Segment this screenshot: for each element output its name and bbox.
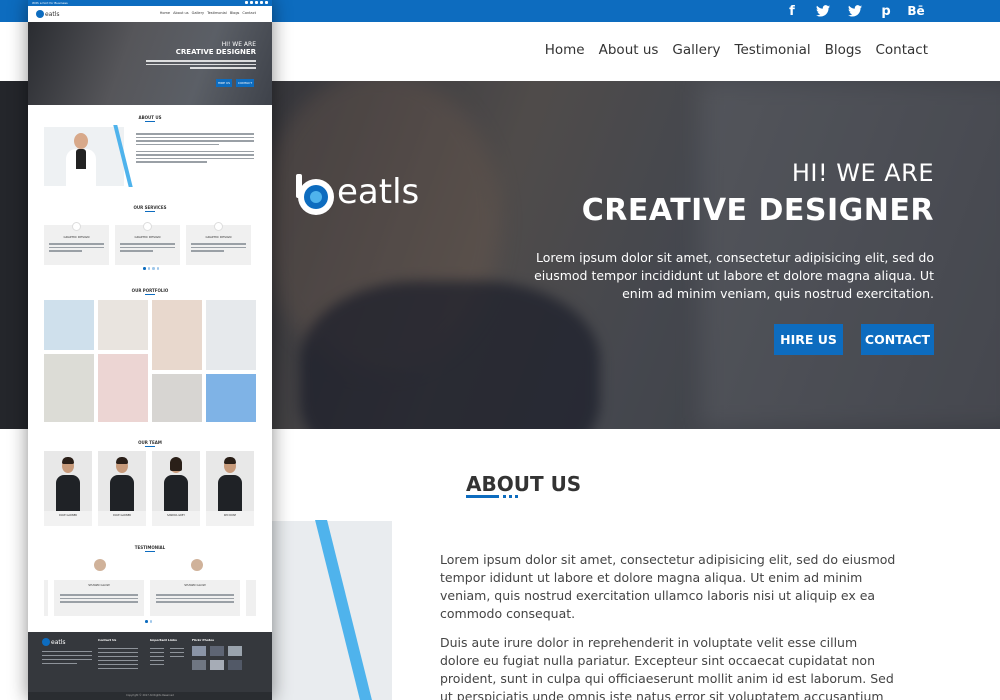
mini-contact-button: CONTACT <box>236 79 254 87</box>
mini-about-underline <box>145 121 155 122</box>
mini-footer-links-col2 <box>170 648 184 660</box>
twitter-icon[interactable] <box>813 3 833 19</box>
mini-logo-icon <box>36 10 44 18</box>
mini-team-title: OUR TEAM <box>138 440 162 445</box>
mini-footer-logo: eatls <box>42 638 66 646</box>
mini-portfolio-item <box>152 374 202 422</box>
mini-testimonial-pager <box>145 620 152 623</box>
mini-logo-text: eatls <box>45 10 60 18</box>
page-preview-thumbnail: With a hint for Business eatls Home Abou… <box>28 0 272 700</box>
mini-footer-about-text <box>42 651 92 667</box>
mini-portfolio-item <box>152 300 202 370</box>
about-title-dots <box>503 495 518 498</box>
hero-title: CREATIVE DESIGNER <box>581 193 934 228</box>
nav-item-gallery[interactable]: Gallery <box>672 42 720 58</box>
mini-nav-item: Contact <box>242 11 256 15</box>
nav-item-home[interactable]: Home <box>545 42 585 58</box>
mini-team-card: KIM ROSE <box>206 451 254 526</box>
nav-item-blogs[interactable]: Blogs <box>825 42 862 58</box>
mini-hero-text <box>146 60 256 70</box>
nav-item-contact[interactable]: Contact <box>875 42 928 58</box>
mini-hero-title: CREATIVE DESIGNER <box>175 48 256 56</box>
about-title: ABOUT US <box>466 472 582 496</box>
mini-footer-col-title: Contact Us <box>98 638 117 642</box>
mini-footer-bottom: Copyright © 2017 All Rights Reserved <box>28 692 272 700</box>
mini-portfolio-underline <box>145 294 155 295</box>
brand-logo[interactable]: eatls <box>293 172 419 218</box>
mini-about-text <box>136 133 254 165</box>
mini-footer-col-title: Flickr Photos <box>192 638 215 642</box>
behance-icon[interactable]: Bē <box>906 3 926 19</box>
mini-about-image <box>44 127 124 186</box>
mini-nav-item: Home <box>159 11 171 15</box>
about-paragraph-1: Lorem ipsum dolor sit amet, consectetur … <box>440 552 896 621</box>
pinterest-icon[interactable]: p <box>876 3 896 19</box>
mini-nav-item: Gallery <box>191 11 205 15</box>
mini-flickr-thumb <box>228 660 242 670</box>
mini-nav-item: Blogs <box>229 11 240 15</box>
mini-flickr-thumb <box>192 660 206 670</box>
mini-flickr-thumb <box>210 660 224 670</box>
nav-links: Home About us Gallery Testimonial Blogs … <box>545 42 928 58</box>
mini-services-underline <box>145 211 155 212</box>
hero-subtitle: HI! WE ARE <box>791 159 934 187</box>
mini-portfolio-item <box>206 374 256 422</box>
mini-logo: eatls <box>36 10 60 18</box>
mini-team-card: DAVE GARNER <box>98 451 146 526</box>
mini-portfolio-item <box>44 354 94 422</box>
mini-copyright: Copyright © 2017 All Rights Reserved <box>126 694 174 697</box>
mini-flickr-thumb <box>210 646 224 656</box>
mini-service-card: GRAPHIC DESIGN <box>44 222 109 265</box>
mini-team-underline <box>145 446 155 447</box>
mini-nav-item: About us <box>173 11 189 15</box>
mini-portfolio-item <box>98 354 148 422</box>
about-paragraph-2: Duis aute irure dolor in reprehenderit i… <box>440 635 894 700</box>
mini-service-card: GRAPHIC DESIGN <box>115 222 180 265</box>
mini-testimonial-underline <box>145 551 155 552</box>
mini-portfolio-item <box>206 300 256 370</box>
nav-item-about[interactable]: About us <box>599 42 659 58</box>
nav-item-testimonial[interactable]: Testimonial <box>735 42 811 58</box>
mini-hero-subtitle: HI! WE ARE <box>221 41 256 48</box>
mini-services-pager <box>143 267 159 270</box>
logo-b-icon <box>296 174 334 215</box>
contact-button[interactable]: CONTACT <box>861 324 934 355</box>
mini-flickr-thumb <box>228 646 242 656</box>
twitter-icon[interactable] <box>845 3 865 19</box>
mini-testimonial-title: TESTIMONIAL <box>134 545 166 550</box>
hero-left-edge <box>0 81 28 429</box>
logo-text: eatls <box>337 172 420 212</box>
mini-testimonial-card: SHAWN GLOW <box>54 580 144 616</box>
mini-hero: HI! WE ARE CREATIVE DESIGNER HIRE US CON… <box>28 22 272 105</box>
hire-us-button[interactable]: HIRE US <box>774 324 843 355</box>
facebook-icon[interactable]: f <box>782 3 802 19</box>
mini-social-icons <box>245 1 268 4</box>
mini-team-card: SANDRA GREY <box>152 451 200 526</box>
mini-footer-links-col1 <box>150 648 164 668</box>
mini-testimonial-avatar <box>191 559 203 571</box>
mini-hire-button: HIRE US <box>216 79 232 87</box>
mini-portfolio-item <box>44 300 94 350</box>
mini-testimonial-card-edge <box>44 580 48 616</box>
mini-nav-links: Home About us Gallery Testimonial Blogs … <box>160 11 256 15</box>
mini-nav-item: Testimonial <box>207 11 227 15</box>
hero-text: Lorem ipsum dolor sit amet, consectetur … <box>534 250 934 301</box>
mini-about-title: ABOUT US <box>138 115 162 120</box>
mini-footer-contact-lines <box>98 648 138 672</box>
mini-testimonial-avatar <box>94 559 106 571</box>
mini-service-card: GRAPHIC DESIGN <box>186 222 251 265</box>
mini-testimonial-card: SHAWN GLOW <box>150 580 240 616</box>
mini-footer-col-title: Important Links <box>150 638 177 642</box>
page: f p Bē Home About us Gallery Testimonial… <box>0 0 1000 700</box>
mini-testimonial-card-edge <box>246 580 256 616</box>
mini-portfolio-title: OUR PORTFOLIO <box>131 288 169 293</box>
mini-portfolio-item <box>98 300 148 350</box>
about-title-underline <box>466 495 499 498</box>
mini-services-title: OUR SERVICES <box>133 205 167 210</box>
mini-nav: eatls Home About us Gallery Testimonial … <box>28 6 272 22</box>
mini-flickr-thumb <box>192 646 206 656</box>
mini-team-card: DAVE GARNER <box>44 451 92 526</box>
